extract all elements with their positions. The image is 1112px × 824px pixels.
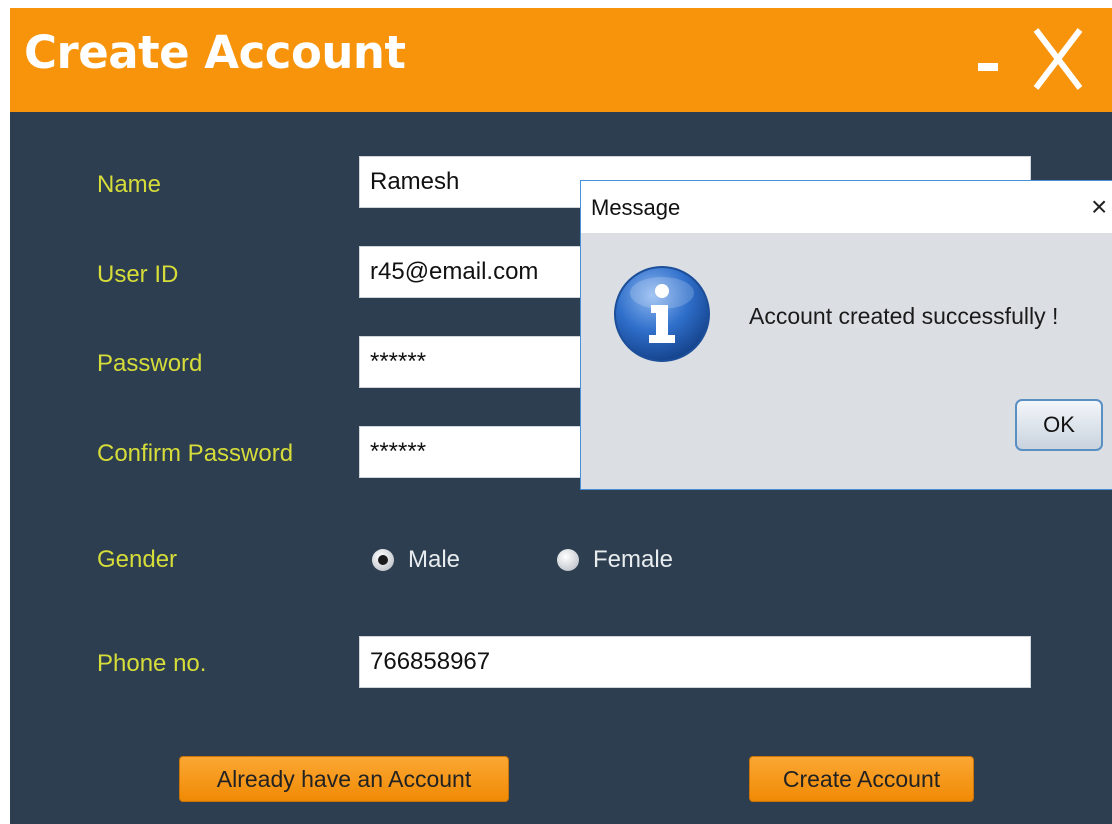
dialog-close-icon[interactable]: ×: [1091, 191, 1107, 223]
user-id-label: User ID: [97, 261, 179, 288]
gender-option-label: Female: [593, 546, 674, 573]
confirm-password-label: Confirm Password: [97, 440, 294, 467]
create-account-button[interactable]: Create Account: [749, 756, 974, 802]
window-title: Create Account: [24, 26, 406, 79]
dialog-message: Account created successfully !: [749, 303, 1059, 329]
close-icon[interactable]: [1028, 18, 1088, 98]
already-have-account-button[interactable]: Already have an Account: [179, 756, 509, 802]
gender-radio-male[interactable]: Male: [372, 546, 460, 574]
dialog-title: Message: [591, 195, 681, 220]
gender-label: Gender: [97, 546, 178, 573]
title-bar: Create Account: [10, 8, 1112, 112]
gender-option-label: Male: [408, 546, 461, 573]
info-icon: [613, 265, 711, 363]
phone-label: Phone no.: [97, 650, 207, 677]
gender-radio-female[interactable]: Female: [557, 546, 673, 574]
phone-field[interactable]: 766858967: [359, 636, 1031, 688]
dialog-title-bar: Message ×: [581, 181, 1112, 233]
password-label: Password: [97, 350, 203, 377]
minimize-icon[interactable]: [978, 63, 998, 71]
name-label: Name: [97, 171, 162, 198]
radio-selected-icon[interactable]: [372, 549, 394, 571]
radio-unselected-icon[interactable]: [557, 549, 579, 571]
ok-button[interactable]: OK: [1015, 399, 1103, 451]
message-dialog: Message × Account created successfully !…: [580, 180, 1112, 490]
